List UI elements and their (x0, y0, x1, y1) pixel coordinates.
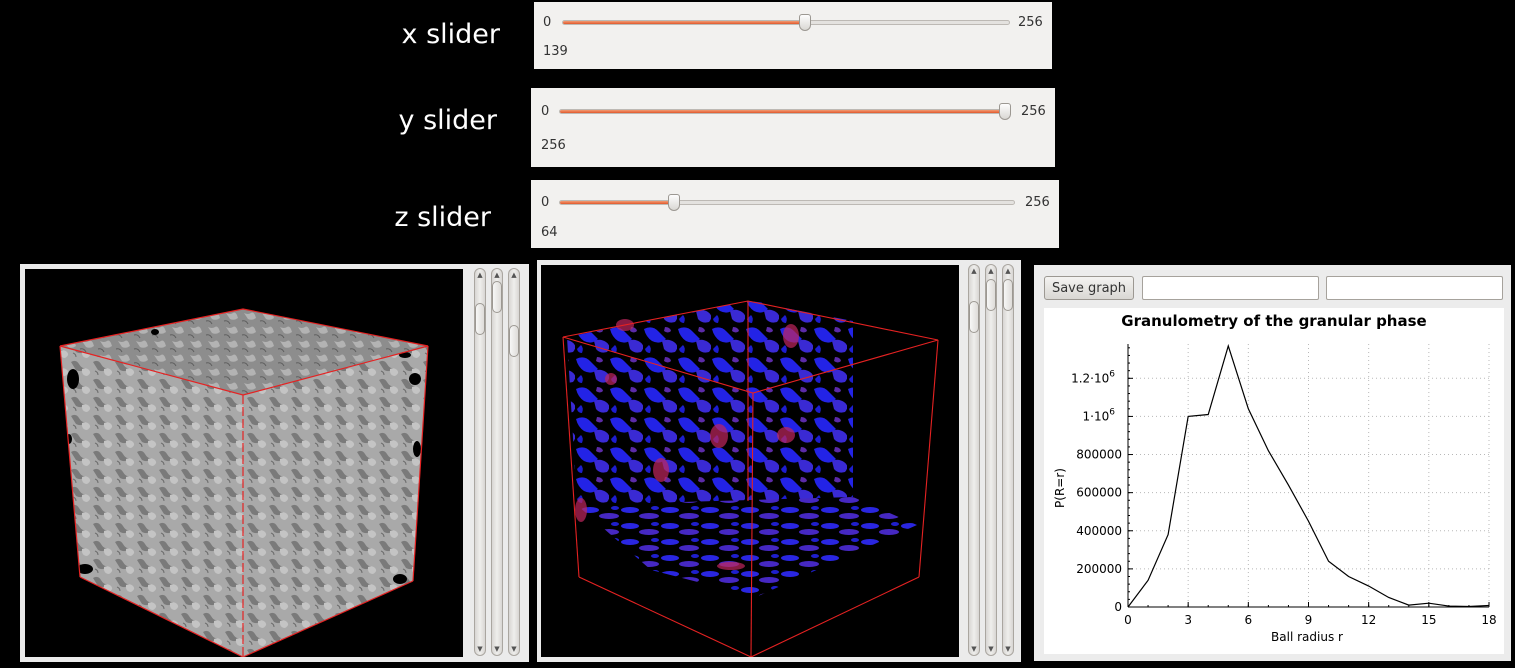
y-tick-label: 600000 (1076, 486, 1122, 500)
granulometry-plot: Granulometry of the granular phase Ball … (1044, 308, 1504, 654)
z-slider-panel: 0 256 64 (531, 180, 1059, 248)
orthoslice-render (562, 300, 939, 657)
x-tick-label: 12 (1361, 613, 1376, 627)
y-tick-label: 1·106 (1083, 407, 1116, 423)
slice-viewer-panel: ▲ ▼ ▲ ▼ ▲ ▼ (537, 260, 1021, 662)
scrollbar-thumb[interactable] (986, 279, 996, 311)
y-slider-min: 0 (541, 104, 550, 119)
chart-x-ticks: 0 3 6 9 12 15 18 (1124, 602, 1497, 627)
slice-render-view[interactable] (541, 265, 959, 657)
slice-yz-plane-right (748, 301, 853, 501)
x-slider-min: 0 (543, 15, 552, 30)
z-slider-min: 0 (541, 195, 550, 210)
chart-y-ticks: 0 200000 400000 600000 800000 1·106 1.2·106 (1071, 347, 1133, 614)
z-slider-track[interactable] (559, 194, 1015, 211)
save-graph-button[interactable]: Save graph (1044, 276, 1134, 300)
x-slider-fill (563, 21, 806, 24)
x-tick-label: 0 (1124, 613, 1132, 627)
scrollbar-thumb[interactable] (475, 303, 485, 335)
scroll-down-arrow-icon[interactable]: ▼ (475, 645, 485, 653)
x-slider-thumb[interactable] (799, 14, 812, 31)
scroll-up-arrow-icon[interactable]: ▲ (1003, 267, 1013, 275)
scroll-up-arrow-icon[interactable]: ▲ (509, 271, 519, 279)
cube-right-face (243, 346, 428, 657)
scroll-down-arrow-icon[interactable]: ▼ (509, 645, 519, 653)
graph-text-field-2[interactable] (1326, 276, 1503, 300)
chart-grid (1128, 344, 1490, 607)
x-slider-panel: 0 256 139 (534, 2, 1052, 69)
scroll-up-arrow-icon[interactable]: ▲ (969, 267, 979, 275)
x-slider-value: 139 (543, 44, 568, 59)
granulometry-chart: Granulometry of the granular phase Ball … (1053, 312, 1497, 644)
scrollbar-thumb[interactable] (492, 281, 502, 313)
y-tick-label: 400000 (1076, 524, 1122, 538)
chart-title: Granulometry of the granular phase (1121, 312, 1426, 330)
chart-x-axis-label: Ball radius r (1271, 630, 1343, 644)
y-tick-label: 0 (1114, 600, 1122, 614)
x-tick-label: 6 (1245, 613, 1253, 627)
x-tick-label: 9 (1305, 613, 1313, 627)
chart-y-axis-label: P(R=r) (1053, 468, 1067, 508)
scroll-up-arrow-icon[interactable]: ▲ (492, 271, 502, 279)
surface-scrollbar-1[interactable]: ▲ ▼ (474, 268, 486, 656)
slice-scrollbar-2[interactable]: ▲ ▼ (985, 264, 997, 656)
x-slider-track[interactable] (562, 14, 1010, 31)
y-tick-label: 200000 (1076, 562, 1122, 576)
y-slider-track[interactable] (559, 103, 1011, 120)
scrollbar-thumb[interactable] (509, 325, 519, 357)
y-slider-max: 256 (1021, 104, 1046, 119)
scroll-down-arrow-icon[interactable]: ▼ (1003, 645, 1013, 653)
x-tick-label: 15 (1421, 613, 1436, 627)
scroll-down-arrow-icon[interactable]: ▼ (969, 645, 979, 653)
scroll-down-arrow-icon[interactable]: ▼ (492, 645, 502, 653)
slice-scrollbar-3[interactable]: ▲ ▼ (1002, 264, 1014, 656)
z-slider-fill (560, 201, 674, 204)
slice-scrollbar-1[interactable]: ▲ ▼ (968, 264, 980, 656)
y-slider-thumb[interactable] (999, 103, 1011, 120)
granular-cube-render (59, 308, 429, 657)
scroll-up-arrow-icon[interactable]: ▲ (986, 267, 996, 275)
scrollbar-thumb[interactable] (1003, 279, 1013, 311)
y-slider-panel: 0 256 256 (531, 88, 1055, 167)
z-slider-thumb[interactable] (667, 194, 680, 211)
x-slider-max: 256 (1018, 15, 1043, 30)
scrollbar-thumb[interactable] (969, 301, 979, 333)
x-tick-label: 3 (1184, 613, 1192, 627)
surface-scrollbar-3[interactable]: ▲ ▼ (508, 268, 520, 656)
scroll-up-arrow-icon[interactable]: ▲ (475, 271, 485, 279)
y-tick-label: 800000 (1076, 448, 1122, 462)
graph-panel: Save graph Granulometry of the granular … (1034, 265, 1511, 661)
chart-axes (1127, 344, 1489, 608)
slice-xy-plane (577, 497, 917, 597)
y-slider-label: y slider (398, 105, 497, 136)
z-slider-value: 64 (541, 225, 558, 240)
z-slider-label: z slider (394, 202, 491, 233)
x-tick-label: 18 (1481, 613, 1496, 627)
surface-viewer-panel: ▲ ▼ ▲ ▼ ▲ ▼ (20, 264, 529, 662)
cube-left-face (60, 346, 243, 657)
surface-render-view[interactable] (25, 269, 463, 657)
graph-text-field-1[interactable] (1142, 276, 1319, 300)
y-slider-fill (560, 110, 1005, 113)
z-slider-max: 256 (1025, 195, 1050, 210)
y-tick-label: 1.2·106 (1071, 369, 1115, 385)
surface-scrollbar-2[interactable]: ▲ ▼ (491, 268, 503, 656)
x-slider-label: x slider (401, 19, 500, 50)
y-slider-value: 256 (541, 138, 566, 153)
scroll-down-arrow-icon[interactable]: ▼ (986, 645, 996, 653)
